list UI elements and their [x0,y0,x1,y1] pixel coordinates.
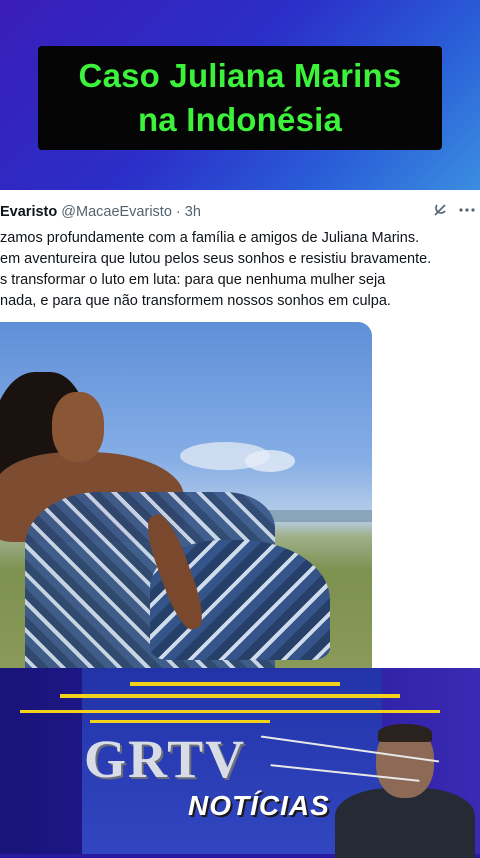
tweet-separator: · [175,204,181,220]
grok-icon[interactable] [432,204,458,222]
brand-subtitle: NOTÍCIAS [188,790,330,821]
tweet-header: Evaristo @MacaeEvaristo · 3h [0,204,201,220]
tweet-text: zamos profundamente com a família e amig… [0,228,480,312]
banner-stripe [60,694,400,698]
banner-stripe [20,710,440,713]
tweet-time[interactable]: 3h [185,204,201,220]
tweet-text-line: zamos profundamente com a família e amig… [0,230,420,246]
tweet-text-line: nada, e para que não transformem nossos … [0,293,391,309]
presenter-hair [378,724,432,742]
more-options-icon[interactable] [458,205,476,222]
headline-line-2: na Indonésia [137,101,343,138]
tweet-text-line: s transformar o luto em luta: para que n… [0,272,386,288]
tweet-photo[interactable] [0,322,372,668]
brand-logo-text: GRTV [84,729,247,789]
banner-stripe [130,682,340,686]
tweet-text-line: em aventureira que lutou pelos seus sonh… [0,251,432,267]
grtv-banner: GRTV NOTÍCIAS [0,668,480,858]
tweet-author-name[interactable]: Evaristo [0,204,57,220]
headline-line-1: Caso Juliana Marins [78,57,402,94]
tweet-handle[interactable]: @MacaeEvaristo [61,204,172,220]
photo-cloud [245,450,295,472]
banner-stripe [90,720,270,723]
photo-face [52,392,104,462]
presenter-photo [330,718,480,858]
presenter-body [335,788,475,858]
tweet-actions [432,202,476,223]
